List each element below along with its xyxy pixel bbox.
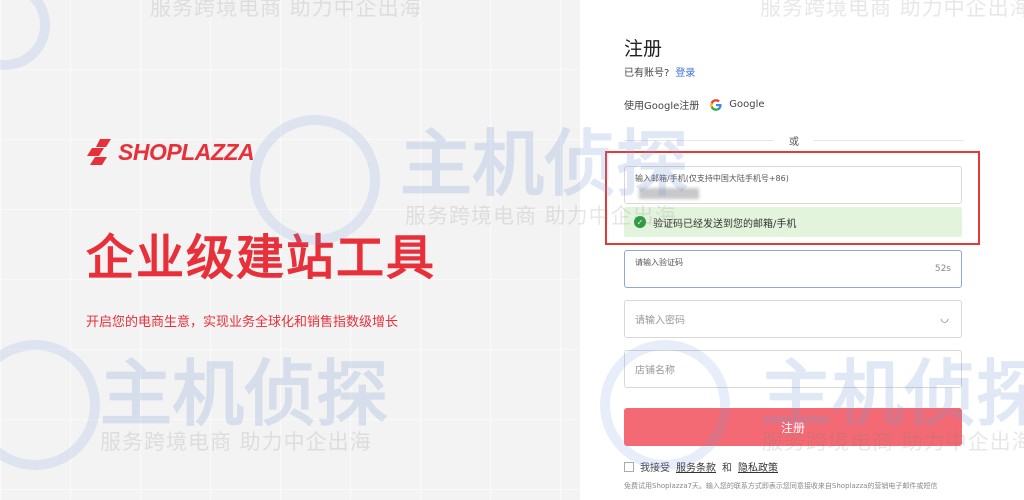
hero-subline: 开启您的电商生意，实现业务全球化和销售指数级增长	[86, 315, 399, 330]
google-signup[interactable]: 使用Google注册 Google	[624, 97, 765, 112]
resend-timer: 52s	[934, 264, 951, 274]
agree-checkbox[interactable]	[624, 461, 634, 472]
verification-code-field[interactable]: 请输入验证码 52s	[624, 250, 962, 288]
have-account-text: 已有账号?	[624, 68, 670, 79]
shoplazza-logo: SHOPLAZZA	[86, 138, 255, 166]
agree-and: 和	[722, 463, 732, 474]
store-name-field[interactable]: 店铺名称	[624, 350, 962, 388]
eye-closed-icon[interactable]: ◡	[940, 314, 949, 325]
agree-prefix: 我接受	[640, 463, 670, 474]
highlight-annotation	[605, 151, 980, 245]
password-placeholder: 请输入密码	[635, 315, 685, 327]
password-field[interactable]: 请输入密码 ◡	[624, 300, 962, 338]
hero-headline: 企业级建站工具	[86, 230, 437, 286]
trial-footnote: 免费试用Shoplazza7天。输入您的联系方式即表示您同意接收来自Shopla…	[624, 482, 938, 490]
or-divider: 或	[624, 133, 964, 148]
privacy-link[interactable]: 隐私政策	[738, 459, 778, 474]
google-g-icon[interactable]	[709, 98, 723, 112]
google-signup-label: 使用Google注册	[624, 101, 700, 112]
code-field-label: 请输入验证码	[635, 258, 683, 267]
terms-link[interactable]: 服务条款	[676, 459, 716, 474]
register-button[interactable]: 注册	[624, 408, 962, 446]
agree-row: 我接受 服务条款 和 隐私政策	[624, 459, 778, 474]
have-account-row: 已有账号? 登录	[624, 64, 695, 79]
hero-panel: SHOPLAZZA 企业级建站工具 开启您的电商生意，实现业务全球化和销售指数级…	[0, 0, 580, 500]
google-label: Google	[729, 99, 765, 110]
page-title: 注册	[624, 38, 663, 60]
login-link[interactable]: 登录	[675, 68, 695, 79]
shoplazza-logo-icon	[87, 139, 111, 165]
store-name-placeholder: 店铺名称	[635, 365, 675, 377]
brand-name: SHOPLAZZA	[118, 138, 255, 165]
